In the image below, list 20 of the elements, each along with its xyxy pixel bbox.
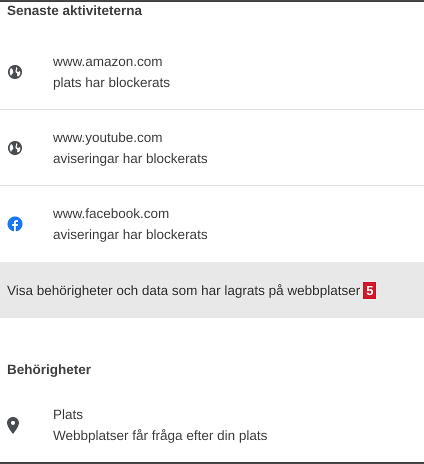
view-permissions-link[interactable]: Visa behörigheter och data som har lagrats på webbplatser (7, 282, 360, 298)
site-status: aviseringar har blockerats (53, 227, 208, 242)
number-badge: 5 (363, 282, 376, 298)
permission-row[interactable]: Plats Webbplatser får fråga efter din plats (0, 397, 424, 453)
site-status: plats har blockerats (53, 74, 170, 90)
site-address: www.facebook.com (53, 206, 170, 221)
site-activity-row[interactable]: www.amazon.com plats har blockerats (0, 34, 424, 110)
section-heading: Behörigheter (6, 362, 92, 377)
location-pin-icon (7, 416, 19, 434)
site-activity-row[interactable]: www.facebook.com aviseringar har blockerats (0, 186, 424, 262)
section-heading: Senaste aktiviteterna (6, 3, 144, 18)
facebook-icon (7, 216, 23, 232)
site-address: www.amazon.com (53, 54, 164, 68)
globe-icon (7, 64, 23, 80)
site-address: www.youtube.com (53, 130, 164, 144)
permission-description: Webbplatser får fråga efter din plats (53, 428, 268, 443)
globe-icon (7, 140, 23, 156)
site-status: aviseringar har blockerats (53, 150, 208, 166)
site-activity-row[interactable]: www.youtube.com aviseringar har blockerats (0, 110, 424, 186)
permission-title: Plats (53, 407, 84, 422)
